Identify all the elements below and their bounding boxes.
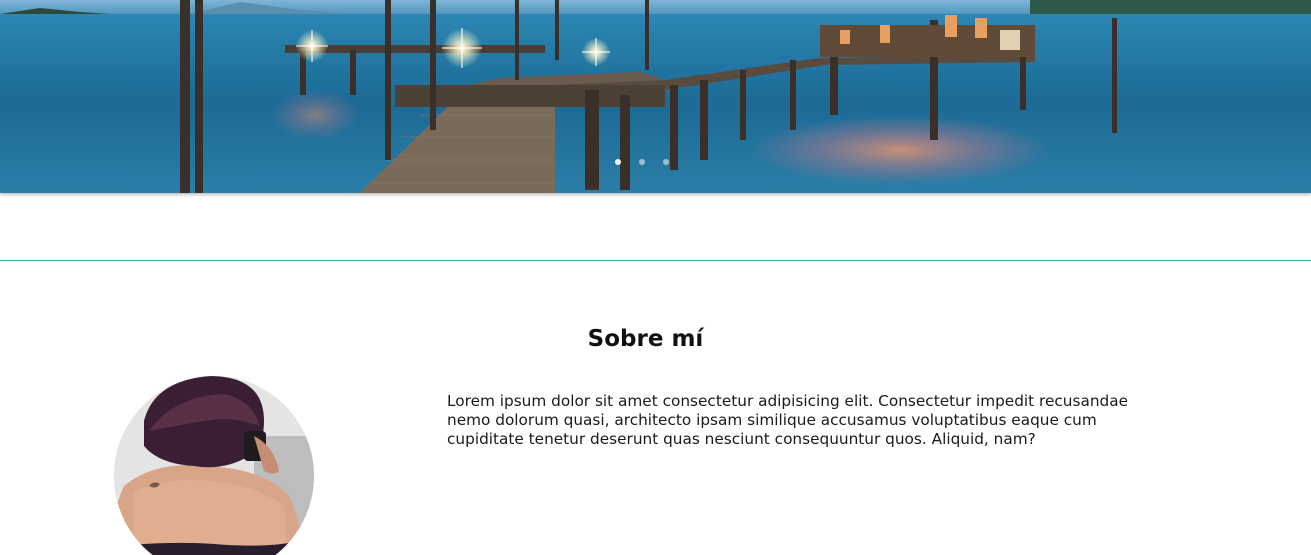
- about-description: Lorem ipsum dolor sit amet consectetur a…: [447, 392, 1129, 448]
- hero-banner: [0, 0, 1311, 193]
- carousel-dot-3[interactable]: [663, 159, 669, 165]
- carousel-dot-1[interactable]: [615, 159, 621, 165]
- carousel-indicators: [615, 159, 669, 165]
- carousel-dot-2[interactable]: [639, 159, 645, 165]
- about-title: Sobre mí: [587, 326, 704, 352]
- avatar-photo: [114, 376, 314, 555]
- about-avatar: [114, 376, 314, 555]
- section-divider: [0, 260, 1311, 261]
